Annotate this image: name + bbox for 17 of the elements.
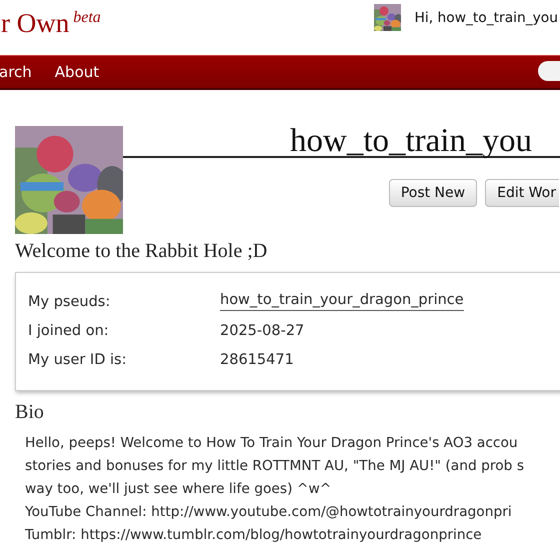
greeting-text[interactable]: Hi, how_to_train_you [414, 10, 558, 26]
nav-link[interactable]: About [54, 63, 122, 81]
profile-button[interactable]: Edit Wor [485, 179, 559, 207]
pseud-link[interactable]: how_to_train_your_dragon_prince [220, 292, 464, 311]
profile-button[interactable]: Post New [388, 179, 478, 207]
detail-label: My pseuds: [28, 294, 112, 310]
site-logo-text[interactable]: r Own [1, 8, 70, 39]
detail-value: 2025-08-27 [220, 322, 304, 338]
detail-label: My user ID is: [28, 352, 128, 368]
beta-label: beta [73, 9, 101, 27]
detail-label: I joined on: [28, 322, 110, 338]
detail-value: 28615471 [220, 352, 294, 368]
bio-text: Hello, peeps! Welcome to How To Train Your Dragon Prince's AO3 accou stories and bonuses for my little ROTTMNT AU, "The MJ AU!" (and prob s way too, we'll just see where life goes) ^w^ YouTube Channel: http://www.youtube.com/@howtotrainyourdragonpri Tumblr: https://www.tumblr.com/blog/howtotrainyourdragonprince [25, 434, 526, 545]
bio-heading: Bio [15, 401, 45, 424]
profile-title: how_to_train_you [123, 126, 560, 158]
nav-link[interactable]: arch [0, 63, 55, 81]
profile-heading: Welcome to the Rabbit Hole ;D [15, 240, 268, 263]
